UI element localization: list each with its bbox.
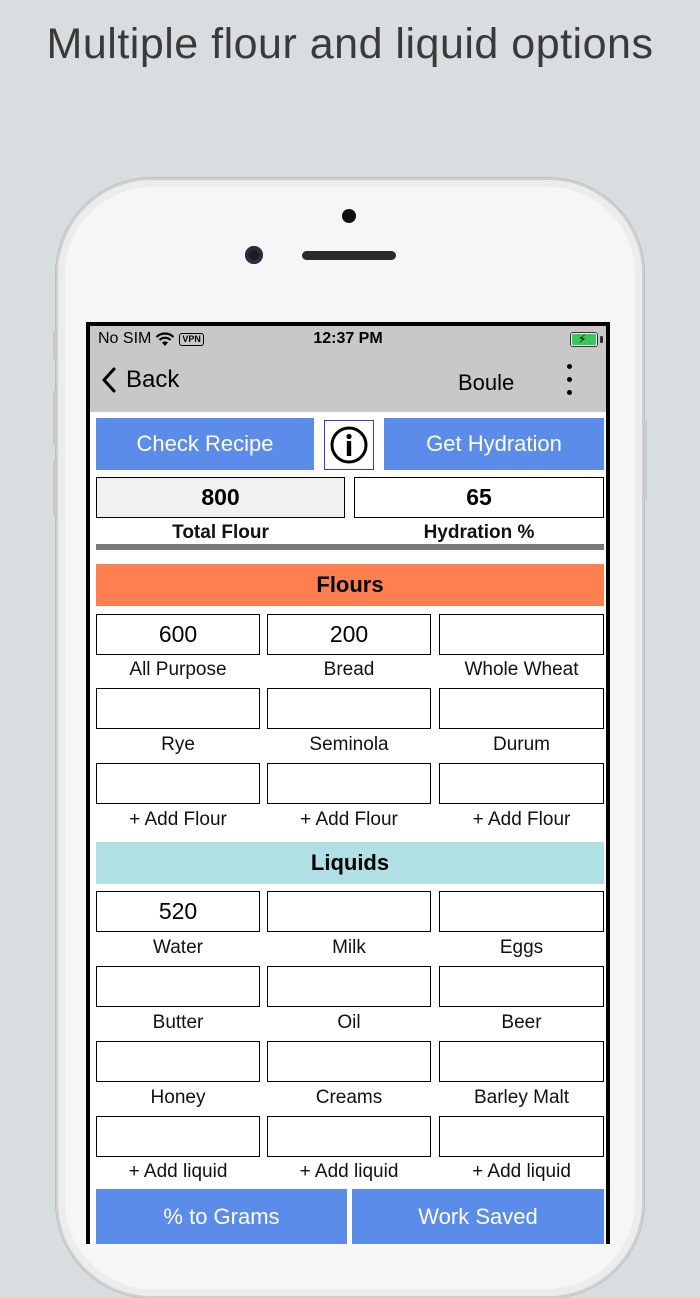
battery-icon: ⚡ (570, 332, 598, 347)
liquid-label-eggs: Eggs (499, 937, 544, 958)
add-flour-button-2[interactable]: + Add Flour (267, 809, 431, 831)
liquid-input-honey[interactable] (96, 1041, 260, 1082)
volume-up-button (53, 390, 57, 446)
charging-bolt-icon: ⚡ (578, 332, 587, 346)
get-hydration-button[interactable]: Get Hydration (384, 418, 604, 470)
flour-input-durum[interactable] (439, 688, 604, 729)
liquid-label-barley-malt: Barley Malt (473, 1087, 570, 1108)
info-button[interactable] (324, 420, 374, 470)
flour-input-seminola[interactable] (267, 688, 431, 729)
liquid-label-water: Water (153, 937, 203, 958)
flours-header: Flours (96, 564, 604, 606)
liquid-input-barley-malt[interactable] (439, 1041, 604, 1082)
liquid-input-creams[interactable] (267, 1041, 431, 1082)
flour-input-custom-1[interactable] (96, 763, 260, 804)
back-label: Back (126, 366, 180, 393)
liquid-input-eggs[interactable] (439, 891, 604, 932)
liquid-label-milk: Milk (332, 937, 366, 958)
liquid-label-creams: Creams (315, 1087, 383, 1108)
recipe-title: Boule (458, 370, 515, 395)
flour-input-custom-3[interactable] (439, 763, 604, 804)
add-flour-button-3[interactable]: + Add Flour (439, 809, 604, 831)
volume-down-button (53, 460, 57, 516)
proximity-sensor (342, 209, 356, 223)
liquid-input-milk[interactable] (267, 891, 431, 932)
total-flour-field[interactable]: 800 (96, 477, 345, 518)
flour-input-bread[interactable]: 200 (267, 614, 431, 655)
power-button (643, 420, 647, 500)
check-recipe-button[interactable]: Check Recipe (96, 418, 314, 470)
liquid-input-water[interactable]: 520 (96, 891, 260, 932)
app-screen: No SIM VPN 12:37 PM ⚡ Back Boule Check R… (90, 326, 606, 1244)
navigation-bar: Back Boule (90, 354, 606, 412)
flour-input-custom-2[interactable] (267, 763, 431, 804)
info-icon (330, 426, 368, 464)
marketing-headline: Multiple flour and liquid options (46, 20, 654, 68)
total-flour-label: Total Flour (172, 522, 269, 543)
liquid-input-beer[interactable] (439, 966, 604, 1007)
add-liquid-button-1[interactable]: + Add liquid (96, 1161, 260, 1183)
hydration-label: Hydration % (423, 522, 535, 543)
liquid-input-custom-1[interactable] (96, 1116, 260, 1157)
chevron-left-icon (102, 367, 116, 393)
percent-to-grams-button[interactable]: % to Grams (96, 1189, 347, 1244)
liquids-header: Liquids (96, 842, 604, 884)
liquid-label-butter: Butter (152, 1012, 204, 1033)
flour-input-all-purpose[interactable]: 600 (96, 614, 260, 655)
flour-input-whole-wheat[interactable] (439, 614, 604, 655)
add-liquid-button-2[interactable]: + Add liquid (267, 1161, 431, 1183)
status-time: 12:37 PM (313, 330, 383, 347)
liquid-input-butter[interactable] (96, 966, 260, 1007)
flour-label-seminola: Seminola (309, 734, 389, 755)
work-saved-button[interactable]: Work Saved (352, 1189, 604, 1244)
mute-switch (53, 330, 57, 360)
more-menu-icon[interactable] (562, 364, 576, 404)
liquid-input-custom-3[interactable] (439, 1116, 604, 1157)
status-bar: No SIM VPN 12:37 PM ⚡ (90, 326, 606, 354)
flour-label-durum: Durum (492, 734, 550, 755)
hydration-field[interactable]: 65 (354, 477, 604, 518)
liquid-input-oil[interactable] (267, 966, 431, 1007)
front-camera-icon (245, 246, 263, 264)
battery-cap (600, 336, 603, 343)
liquid-label-honey: Honey (150, 1087, 206, 1108)
liquid-input-custom-2[interactable] (267, 1116, 431, 1157)
flour-input-rye[interactable] (96, 688, 260, 729)
flour-label-whole-wheat: Whole Wheat (464, 659, 579, 680)
flour-label-bread: Bread (323, 659, 375, 680)
liquid-label-beer: Beer (501, 1012, 542, 1033)
flour-label-all-purpose: All Purpose (129, 659, 227, 680)
flour-label-rye: Rye (161, 734, 195, 755)
add-liquid-button-3[interactable]: + Add liquid (439, 1161, 604, 1183)
back-button[interactable]: Back (100, 366, 179, 394)
section-divider (96, 544, 604, 550)
add-flour-button-1[interactable]: + Add Flour (96, 809, 260, 831)
liquid-label-oil: Oil (337, 1012, 361, 1033)
earpiece-speaker (302, 251, 396, 260)
